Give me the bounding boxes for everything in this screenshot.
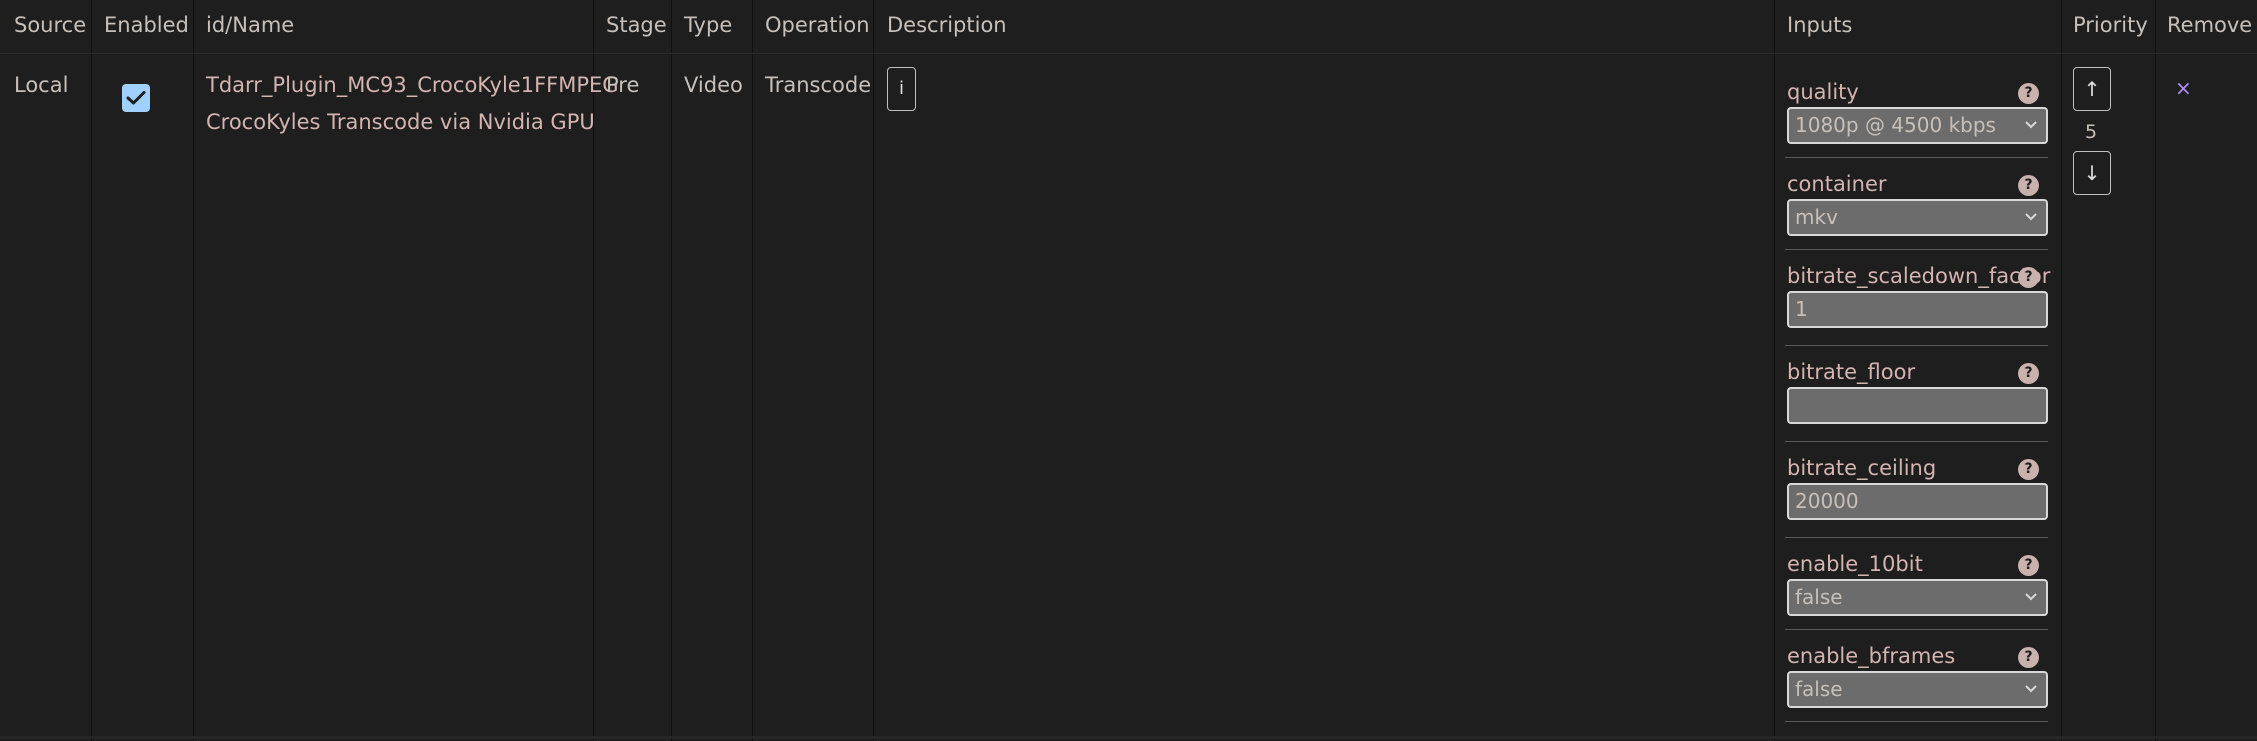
quality-select[interactable]: 1080p @ 4500 kbps <box>1787 107 2048 144</box>
checkmark-icon <box>126 91 146 105</box>
header-remove: Remove <box>2167 13 2253 37</box>
header-source: Source <box>14 13 87 37</box>
input-divider <box>1785 537 2048 538</box>
header-inputs: Inputs <box>1787 13 1853 37</box>
input-divider <box>1785 157 2048 158</box>
enabled-checkbox[interactable] <box>122 84 150 112</box>
bitrate-floor-field[interactable] <box>1787 387 2048 424</box>
priority-down-button[interactable]: ↓ <box>2073 151 2111 195</box>
help-icon[interactable]: ? <box>2018 83 2039 104</box>
header-description: Description <box>887 13 1007 37</box>
enable-10bit-select[interactable]: false <box>1787 579 2048 616</box>
input-label: quality <box>1787 80 1859 104</box>
bitrate-scaledown-factor-field[interactable]: 1 <box>1787 291 2048 328</box>
input-divider <box>1785 249 2048 250</box>
header-type: Type <box>684 13 733 37</box>
chevron-down-icon <box>2024 581 2038 624</box>
select-value: false <box>1795 585 1843 609</box>
input-label: bitrate_ceiling <box>1787 456 1937 480</box>
chevron-down-icon <box>2024 673 2038 716</box>
plugin-table: Source Enabled id/Name Stage Type Operat… <box>0 0 2257 741</box>
plugin-name: CrocoKyles Transcode via Nvidia GPU <box>206 110 595 134</box>
priority-up-button[interactable]: ↑ <box>2073 67 2111 111</box>
chevron-down-icon <box>2024 109 2038 152</box>
input-divider <box>1785 345 2048 346</box>
enable-bframes-select[interactable]: false <box>1787 671 2048 708</box>
select-value: mkv <box>1795 205 1838 229</box>
header-operation: Operation <box>765 13 870 37</box>
stage-value: Pre <box>606 73 640 97</box>
header-priority: Priority <box>2073 13 2148 37</box>
chevron-down-icon <box>2024 201 2038 244</box>
type-value: Video <box>684 73 743 97</box>
header-enabled: Enabled <box>104 13 189 37</box>
input-divider <box>1785 629 2048 630</box>
source-value: Local <box>14 73 69 97</box>
input-label: enable_bframes <box>1787 644 1956 668</box>
description-info-button[interactable]: i <box>887 67 916 111</box>
help-icon[interactable]: ? <box>2018 555 2039 576</box>
help-icon[interactable]: ? <box>2018 267 2039 288</box>
select-value: 1080p @ 4500 kbps <box>1795 113 1996 137</box>
select-value: false <box>1795 677 1843 701</box>
input-divider <box>1785 721 2048 722</box>
table-header: Source Enabled id/Name Stage Type Operat… <box>0 0 2257 54</box>
row-bottom-border <box>0 736 2257 739</box>
input-divider <box>1785 441 2048 442</box>
help-icon[interactable]: ? <box>2018 647 2039 668</box>
header-id-name: id/Name <box>206 13 295 37</box>
remove-button[interactable]: × <box>2175 76 2192 100</box>
container-select[interactable]: mkv <box>1787 199 2048 236</box>
header-stage: Stage <box>606 13 667 37</box>
help-icon[interactable]: ? <box>2018 175 2039 196</box>
input-label: bitrate_floor <box>1787 360 1916 384</box>
priority-value: 5 <box>2085 121 2098 143</box>
input-label: enable_10bit <box>1787 552 1923 576</box>
help-icon[interactable]: ? <box>2018 363 2039 384</box>
input-label: container <box>1787 172 1887 196</box>
bitrate-ceiling-field[interactable]: 20000 <box>1787 483 2048 520</box>
plugin-id[interactable]: Tdarr_Plugin_MC93_CrocoKyle1FFMPEG <box>206 73 619 97</box>
help-icon[interactable]: ? <box>2018 459 2039 480</box>
input-label: bitrate_scaledown_factor <box>1787 264 2051 288</box>
operation-value: Transcode <box>765 73 872 97</box>
